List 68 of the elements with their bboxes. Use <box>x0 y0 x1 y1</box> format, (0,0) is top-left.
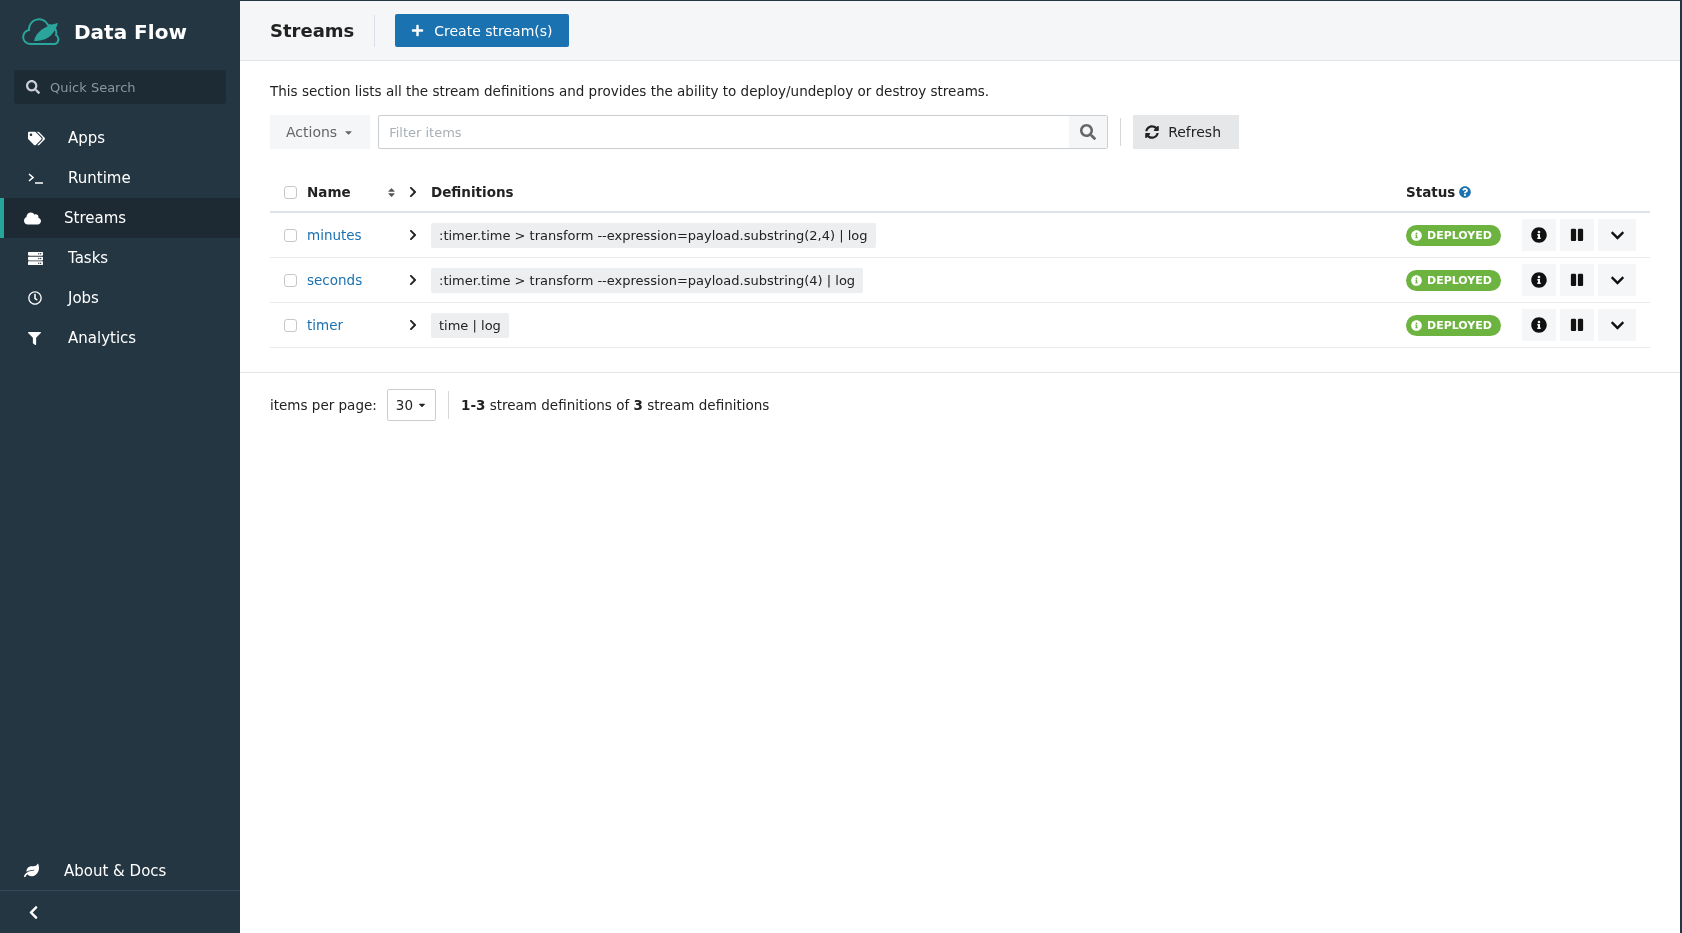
details-button[interactable] <box>1522 264 1556 296</box>
row-checkbox[interactable] <box>284 273 297 287</box>
info-icon <box>1531 227 1547 243</box>
expand-row-icon[interactable] <box>407 229 419 241</box>
select-all-checkbox[interactable] <box>284 185 297 199</box>
expand-all-icon[interactable] <box>407 186 419 198</box>
more-button[interactable] <box>1598 264 1636 296</box>
sidebar-item[interactable]: Jobs <box>0 278 240 318</box>
pause-icon <box>1570 318 1584 332</box>
actions-dropdown[interactable]: Actions <box>270 115 371 149</box>
pause-icon <box>1570 273 1584 287</box>
server-icon <box>28 250 43 266</box>
pause-button[interactable] <box>1560 264 1594 296</box>
refresh-button[interactable]: Refresh <box>1133 115 1239 149</box>
page-size-dropdown[interactable]: 30 <box>386 389 436 421</box>
details-button[interactable] <box>1522 309 1556 341</box>
status-badge: DEPLOYED <box>1406 314 1501 336</box>
plus-icon <box>411 24 425 37</box>
sidebar-item[interactable]: Streams <box>0 198 240 238</box>
description-text: This section lists all the stream definitions and provides the ability to deploy/undeploy or destroy streams. <box>270 83 991 99</box>
help-icon[interactable] <box>1459 186 1472 198</box>
info-icon <box>1531 317 1547 333</box>
tags-icon <box>28 129 45 147</box>
terminal-icon <box>28 172 44 184</box>
sidebar-item[interactable]: Apps <box>0 118 240 158</box>
leaf-icon <box>24 863 39 878</box>
filter-icon <box>28 331 41 345</box>
status-badge: DEPLOYED <box>1406 224 1501 246</box>
sort-icon[interactable] <box>386 186 397 198</box>
pagination-summary: 1-3 stream definitions of 3 stream definitions <box>461 397 770 413</box>
sidebar-item[interactable]: Analytics <box>0 318 240 358</box>
more-button[interactable] <box>1598 219 1636 251</box>
info-icon <box>1531 272 1547 288</box>
row-checkbox[interactable] <box>284 318 297 332</box>
stream-name-link[interactable]: minutes <box>307 227 362 243</box>
items-per-page-label: items per page: <box>270 397 377 413</box>
sidebar-item[interactable]: Runtime <box>0 158 240 198</box>
cloud-leaf-logo <box>22 17 62 47</box>
stream-definition: :timer.time > transform --expression=payload.substring(4) | log <box>431 267 864 293</box>
stream-name-link[interactable]: timer <box>307 317 344 333</box>
create-stream-button[interactable]: Create stream(s) <box>395 14 569 47</box>
expand-row-icon[interactable] <box>407 274 419 286</box>
search-icon <box>1080 124 1097 140</box>
stream-definition: :timer.time > transform --expression=payload.substring(2,4) | log <box>431 222 876 248</box>
column-header: Definitions <box>431 184 514 200</box>
quick-search-field[interactable]: Quick Search <box>14 70 226 104</box>
clock-icon <box>28 291 42 305</box>
status-badge: DEPLOYED <box>1406 269 1501 291</box>
pause-button[interactable] <box>1560 219 1594 251</box>
row-checkbox[interactable] <box>284 228 297 242</box>
info-icon <box>1411 229 1422 241</box>
refresh-icon <box>1145 125 1160 139</box>
brand-name: Data Flow <box>74 20 187 44</box>
details-button[interactable] <box>1522 219 1556 251</box>
expand-row-icon[interactable] <box>407 319 419 331</box>
column-header: Status <box>1406 184 1456 200</box>
pause-icon <box>1570 228 1584 242</box>
page-title: Streams <box>270 14 376 47</box>
pause-button[interactable] <box>1560 309 1594 341</box>
sidebar-item[interactable]: Tasks <box>0 238 240 278</box>
filter-field[interactable]: Filter items <box>378 115 1109 149</box>
column-header: Name <box>307 184 351 200</box>
stream-name-link[interactable]: seconds <box>307 272 363 288</box>
info-icon <box>1411 274 1422 286</box>
info-icon <box>1411 319 1422 331</box>
stream-definition: time | log <box>431 312 509 338</box>
more-button[interactable] <box>1598 309 1636 341</box>
search-icon <box>26 80 40 94</box>
